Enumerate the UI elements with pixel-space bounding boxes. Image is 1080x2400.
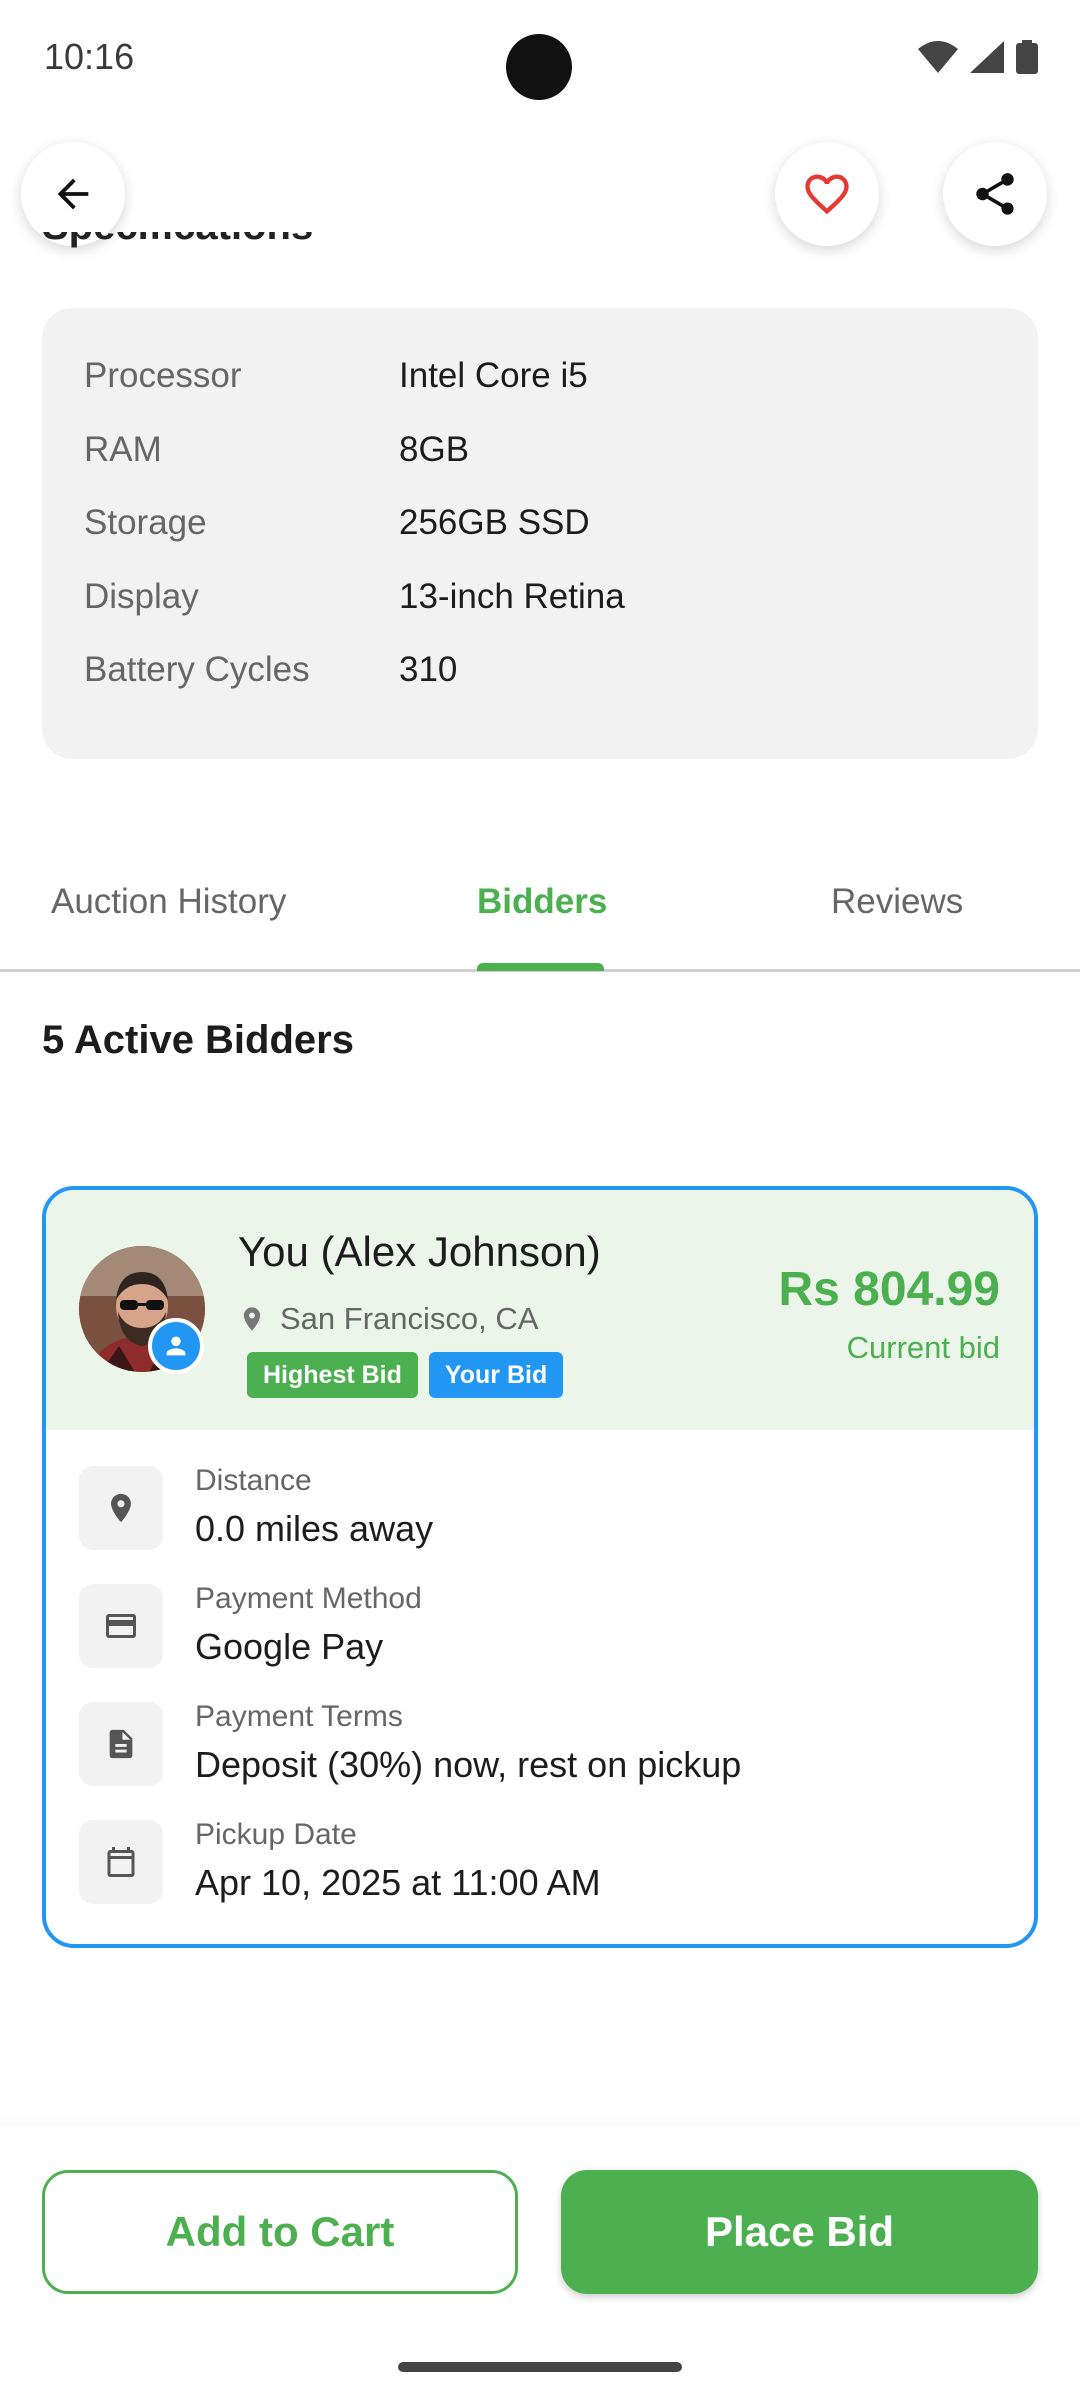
tab-bidders[interactable]: Bidders	[477, 882, 607, 922]
current-bid-amount: Rs 804.99	[778, 1263, 1000, 1316]
favorite-button[interactable]	[775, 142, 879, 246]
bidder-card-header: You (Alex Johnson) San Francisco, CA Hig…	[46, 1190, 1034, 1430]
spec-row: Processor Intel Core i5	[42, 356, 1038, 430]
detail-row-payment-method: Payment Method Google Pay	[79, 1582, 979, 1668]
back-button[interactable]	[21, 142, 125, 246]
home-indicator[interactable]	[398, 2362, 682, 2372]
person-badge-icon	[148, 1318, 204, 1374]
spec-label: RAM	[84, 429, 162, 469]
arrow-left-icon	[57, 178, 89, 210]
active-tab-indicator	[477, 963, 604, 971]
status-bar: 10:16	[0, 0, 1080, 120]
bidder-card[interactable]: You (Alex Johnson) San Francisco, CA Hig…	[42, 1186, 1038, 1948]
location-pin-icon	[243, 1307, 261, 1331]
bidder-location: San Francisco, CA	[238, 1301, 538, 1337]
spec-label: Storage	[84, 503, 207, 542]
camera-cutout	[506, 34, 572, 100]
share-icon	[976, 173, 1014, 215]
tab-bar: Auction History Bidders Reviews	[0, 860, 1080, 972]
bidders-count-heading: 5 Active Bidders	[42, 1018, 354, 1062]
spec-value: 8GB	[399, 429, 470, 469]
detail-label: Payment Method	[195, 1582, 422, 1615]
spec-value: 310	[399, 650, 458, 689]
specifications-card: Processor Intel Core i5 RAM 8GB Storage …	[42, 308, 1038, 759]
spec-label: Processor	[84, 356, 242, 395]
detail-value: 0.0 miles away	[195, 1508, 434, 1549]
your-bid-badge: Your Bid	[428, 1352, 564, 1398]
detail-row-pickup-date: Pickup Date Apr 10, 2025 at 11:00 AM	[79, 1818, 979, 1904]
tab-auction-history[interactable]: Auction History	[51, 882, 286, 922]
bidder-badges: Highest Bid Your Bid	[247, 1352, 564, 1398]
share-button[interactable]	[943, 142, 1047, 246]
signal-icon	[970, 41, 1004, 73]
spec-label: Display	[84, 576, 199, 616]
wifi-icon	[918, 41, 958, 73]
detail-row-distance: Distance 0.0 miles away	[79, 1464, 979, 1550]
add-to-cart-button[interactable]: Add to Cart	[42, 2170, 518, 2294]
detail-value: Apr 10, 2025 at 11:00 AM	[195, 1862, 601, 1903]
status-time: 10:16	[44, 36, 135, 77]
bidder-name: You (Alex Johnson)	[238, 1228, 601, 1275]
detail-value: Deposit (30%) now, rest on pickup	[195, 1744, 742, 1785]
spec-label: Battery Cycles	[84, 650, 310, 689]
specifications-heading: Specifications	[42, 232, 313, 249]
tab-reviews[interactable]: Reviews	[831, 882, 963, 922]
credit-card-icon	[79, 1584, 163, 1668]
document-icon	[79, 1702, 163, 1786]
calendar-icon	[79, 1820, 163, 1904]
place-bid-button[interactable]: Place Bid	[561, 2170, 1038, 2294]
spec-value: Intel Core i5	[399, 356, 588, 395]
highest-bid-badge: Highest Bid	[247, 1352, 418, 1398]
spec-value: 13-inch Retina	[399, 576, 625, 616]
spec-row: Storage 256GB SSD	[42, 503, 1038, 577]
spec-value: 256GB SSD	[399, 503, 590, 542]
bidder-location-text: San Francisco, CA	[280, 1301, 539, 1336]
specifications-heading-clip: Specifications	[42, 232, 442, 272]
detail-label: Pickup Date	[195, 1818, 357, 1851]
detail-label: Distance	[195, 1464, 312, 1497]
detail-label: Payment Terms	[195, 1700, 403, 1733]
current-bid-caption: Current bid	[846, 1330, 1000, 1365]
detail-row-payment-terms: Payment Terms Deposit (30%) now, rest on…	[79, 1700, 979, 1786]
bottom-action-bar: Add to Cart Place Bid	[0, 2126, 1080, 2400]
spec-row: RAM 8GB	[42, 430, 1038, 504]
status-icons	[918, 40, 1038, 74]
spec-row: Display 13-inch Retina	[42, 577, 1038, 651]
spec-row: Battery Cycles 310	[42, 650, 1038, 724]
detail-value: Google Pay	[195, 1626, 384, 1667]
location-pin-icon	[79, 1466, 163, 1550]
heart-outline-icon	[805, 174, 849, 215]
battery-icon	[1016, 40, 1038, 74]
